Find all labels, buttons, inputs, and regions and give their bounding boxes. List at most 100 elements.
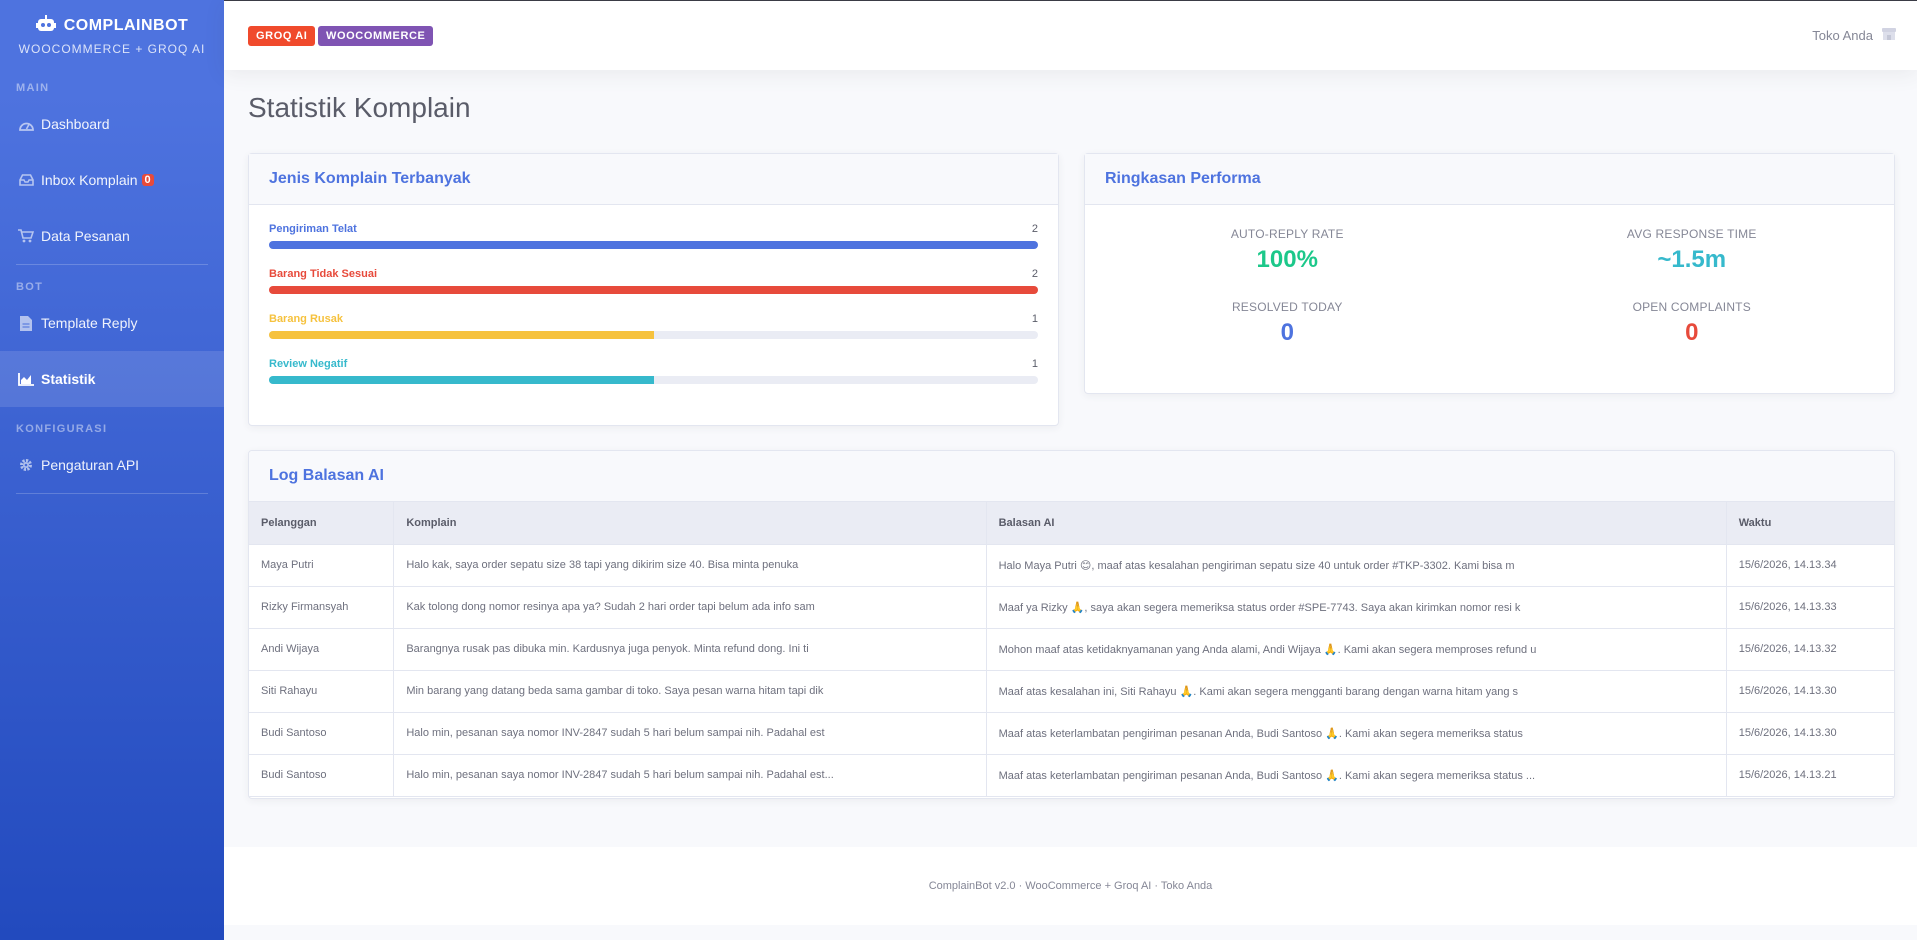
cell-time: 15/6/2026, 14.13.30 <box>1725 711 1894 755</box>
brand-subtitle: WOOCOMMERCE + GROQ AI <box>18 41 206 56</box>
cell-time: 15/6/2026, 14.13.30 <box>1725 669 1894 713</box>
cell-complaint: Barangnya rusak pas dibuka min. Kardusny… <box>393 627 987 671</box>
progress-bar <box>269 376 654 384</box>
cell-customer: Rizky Firmansyah <box>249 585 395 629</box>
inbox-count-badge: 0 <box>141 174 154 186</box>
complaint-type-row: Barang Tidak Sesuai 2 <box>269 254 1038 299</box>
cell-complaint: Kak tolong dong nomor resinya apa ya? Su… <box>393 585 987 629</box>
cell-complaint: Halo kak, saya order sepatu size 38 tapi… <box>393 543 987 587</box>
table-row[interactable]: Budi Santoso Halo min, pesanan saya nomor… <box>249 711 1894 755</box>
cell-customer: Budi Santoso <box>249 753 395 797</box>
avg-response-time-stat: AVG RESPONSE TIME ~1.5m <box>1490 227 1895 274</box>
complaint-type-count: 1 <box>1031 358 1038 370</box>
groq-ai-badge: GROQ AI <box>248 26 316 46</box>
sidebar: COMPLAINBOT WOOCOMMERCE + GROQ AI MAIN D… <box>0 0 224 940</box>
complaint-type-label: Barang Tidak Sesuai <box>269 268 378 280</box>
column-header-ai-reply: Balasan AI <box>985 502 1727 545</box>
complaint-type-row: Barang Rusak 1 <box>269 299 1038 344</box>
column-header-time: Waktu <box>1725 502 1894 545</box>
sidebar-item-inbox[interactable]: Inbox Komplain 0 <box>0 152 224 208</box>
cell-reply: Mohon maaf atas ketidaknyamanan yang And… <box>985 627 1727 671</box>
complaint-type-count: 1 <box>1031 313 1038 325</box>
brand-name: COMPLAINBOT <box>63 17 189 34</box>
robot-icon <box>35 14 56 38</box>
chart-area-icon <box>18 371 34 387</box>
sidebar-divider <box>16 493 208 494</box>
progress-track <box>269 286 1038 294</box>
footer: ComplainBot v2.0 · WooCommerce + Groq AI… <box>224 847 1917 925</box>
card-title: Jenis Komplain Terbanyak <box>269 170 471 187</box>
cell-complaint: Min barang yang datang beda sama gambar … <box>393 669 987 713</box>
cell-reply: Maaf ya Rizky 🙏, saya akan segera memeri… <box>985 585 1727 629</box>
sidebar-item-label: Statistik <box>41 371 96 387</box>
store-menu[interactable]: Toko Anda <box>1812 27 1897 44</box>
sidebar-item-statistik[interactable]: Statistik <box>0 351 224 407</box>
topbar: GROQ AI WOOCOMMERCE Toko Anda <box>224 0 1917 70</box>
complaint-type-count: 2 <box>1031 223 1038 235</box>
sidebar-item-template[interactable]: Template Reply <box>0 295 224 351</box>
sidebar-item-orders[interactable]: Data Pesanan <box>0 208 224 264</box>
table-row[interactable]: Rizky Firmansyah Kak tolong dong nomor re… <box>249 585 1894 629</box>
cell-time: 15/6/2026, 14.13.32 <box>1725 627 1894 671</box>
sidebar-heading-bot: BOT <box>16 281 44 293</box>
cell-complaint: Halo min, pesanan saya nomor INV-2847 su… <box>393 711 987 755</box>
woocommerce-badge: WOOCOMMERCE <box>318 26 434 46</box>
cell-reply: Halo Maya Putri 😊, maaf atas kesalahan p… <box>985 543 1727 587</box>
cell-reply: Maaf atas kesalahan ini, Siti Rahayu 🙏. … <box>985 669 1727 713</box>
table-header-row: Pelanggan Komplain Balasan AI Waktu <box>249 502 1894 545</box>
resolved-today-stat: RESOLVED TODAY 0 <box>1085 300 1490 347</box>
complaint-type-row: Pengiriman Telat 2 <box>269 209 1038 254</box>
file-icon <box>18 315 34 331</box>
sidebar-item-label: Template Reply <box>41 315 138 331</box>
complaint-type-count: 2 <box>1031 268 1038 280</box>
column-header-customer: Pelanggan <box>249 502 395 545</box>
complaint-type-label: Barang Rusak <box>269 313 343 325</box>
gear-icon <box>18 457 34 473</box>
footer-text: ComplainBot v2.0 · WooCommerce + Groq AI… <box>928 880 1213 892</box>
sidebar-item-label: Inbox Komplain <box>41 172 138 188</box>
complaint-type-label: Pengiriman Telat <box>269 223 357 235</box>
progress-bar <box>269 241 1038 249</box>
table-row[interactable]: Maya Putri Halo kak, saya order sepatu si… <box>249 543 1894 587</box>
sidebar-brand[interactable]: COMPLAINBOT WOOCOMMERCE + GROQ AI <box>0 0 224 70</box>
stat-value: 100% <box>1256 246 1318 273</box>
auto-reply-rate-stat: AUTO-REPLY RATE 100% <box>1085 227 1490 274</box>
complaint-type-label: Review Negatif <box>269 358 348 370</box>
cell-time: 15/6/2026, 14.13.33 <box>1725 585 1894 629</box>
cell-reply: Maaf atas keterlambatan pengiriman pesan… <box>985 753 1727 797</box>
table-row[interactable]: Budi Santoso Halo min, pesanan saya nomor… <box>249 753 1894 797</box>
sidebar-item-dashboard[interactable]: Dashboard <box>0 96 224 152</box>
card-title: Ringkasan Performa <box>1105 170 1261 187</box>
progress-track <box>269 241 1038 249</box>
column-header-complaint: Komplain <box>393 502 987 545</box>
stat-value: ~1.5m <box>1657 246 1727 273</box>
store-name: Toko Anda <box>1812 28 1873 43</box>
ai-reply-log-table: Pelanggan Komplain Balasan AI Waktu Maya… <box>249 502 1894 797</box>
progress-track <box>269 331 1038 339</box>
cell-customer: Budi Santoso <box>249 711 395 755</box>
card-title: Log Balasan AI <box>269 467 384 484</box>
table-row[interactable]: Andi Wijaya Barangnya rusak pas dibuka mi… <box>249 627 1894 671</box>
table-row[interactable]: Siti Rahayu Min barang yang datang beda s… <box>249 669 1894 713</box>
sidebar-item-label: Dashboard <box>41 116 110 132</box>
sidebar-item-label: Pengaturan API <box>41 457 140 473</box>
complaint-type-list: Pengiriman Telat 2 Barang Tidak Sesuai 2 Bar… <box>249 209 1058 389</box>
cell-customer: Andi Wijaya <box>249 627 395 671</box>
complaint-type-row: Review Negatif 1 <box>269 344 1038 389</box>
performance-card: Ringkasan Performa AUTO-REPLY RATE 100% … <box>1084 153 1895 394</box>
page-title: Statistik Komplain <box>248 92 471 123</box>
stat-label: AVG RESPONSE TIME <box>1626 227 1757 241</box>
cell-customer: Maya Putri <box>249 543 395 587</box>
cell-time: 15/6/2026, 14.13.21 <box>1725 753 1894 797</box>
open-complaints-stat: OPEN COMPLAINTS 0 <box>1490 300 1895 347</box>
cell-complaint: Halo min, pesanan saya nomor INV-2847 su… <box>393 753 987 797</box>
inbox-icon <box>18 172 34 188</box>
stat-value: 0 <box>1280 319 1294 346</box>
log-table-body: Maya Putri Halo kak, saya order sepatu si… <box>249 543 1894 797</box>
stat-label: RESOLVED TODAY <box>1231 300 1343 314</box>
cart-icon <box>18 228 34 244</box>
ai-reply-log-card: Log Balasan AI Pelanggan Komplain Balasa… <box>248 450 1895 799</box>
sidebar-item-api-settings[interactable]: Pengaturan API <box>0 437 224 493</box>
sidebar-heading-main: MAIN <box>16 82 50 94</box>
cell-reply: Maaf atas keterlambatan pengiriman pesan… <box>985 711 1727 755</box>
